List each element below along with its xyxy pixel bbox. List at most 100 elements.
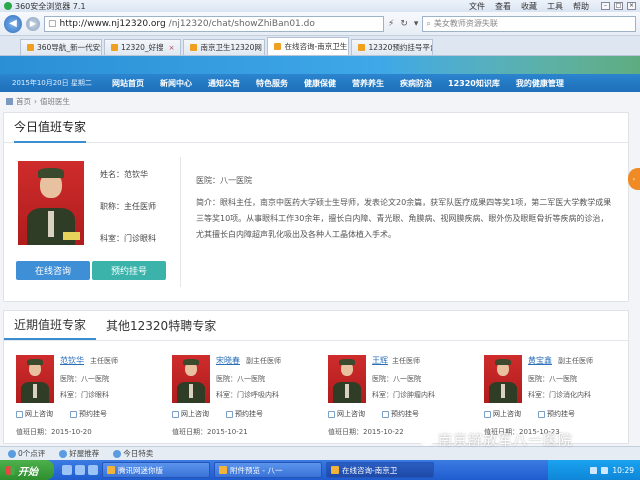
doctor-card: 黄宝鑫 副主任医师 医院：八一医院 科室：门诊消化内科 网上咨询 预约挂号 值班… <box>472 351 614 441</box>
start-label: 开始 <box>18 466 38 478</box>
appointment-button[interactable]: 预约挂号 <box>92 261 166 280</box>
card-appoint-link[interactable]: 预约挂号 <box>226 409 263 419</box>
doctor-name: 姓名：范钦华 <box>100 170 148 179</box>
taskbar-item-attachment[interactable]: 附件预览 - 八一 <box>214 462 322 478</box>
menu-tools[interactable]: 工具 <box>547 1 563 12</box>
watermark-text: 南京解放军八一医院 <box>438 433 573 449</box>
nav-services[interactable]: 特色服务 <box>248 78 296 89</box>
doctor-card-photo[interactable] <box>484 355 522 403</box>
status-reviews[interactable]: 0个点评 <box>8 448 45 459</box>
tab-label: 12320预约挂号平台 <box>368 43 434 52</box>
tray-icon[interactable] <box>601 466 609 474</box>
menu-file[interactable]: 文件 <box>469 1 485 12</box>
system-tray: 10:29 <box>548 460 640 480</box>
tag-icon <box>113 450 122 458</box>
menu-favorites[interactable]: 收藏 <box>521 1 537 12</box>
url-path: /nj12320/chat/showZhiBan01.do <box>168 18 315 29</box>
quick-launch-icon[interactable] <box>88 465 98 475</box>
nav-news[interactable]: 新闻中心 <box>152 78 200 89</box>
nav-health[interactable]: 健康保健 <box>296 78 344 89</box>
close-icon[interactable]: × <box>627 2 636 10</box>
os-taskbar: 开始 腾讯网迷你版 附件预览 - 八一 在线咨询-南京卫 10:29 <box>0 460 640 480</box>
card-consult-label: 网上咨询 <box>181 410 209 418</box>
clock: 10:29 <box>612 465 634 475</box>
calendar-icon <box>226 410 233 418</box>
menu-view[interactable]: 查看 <box>495 1 511 12</box>
tab-appointment[interactable]: 12320预约挂号平台× <box>351 39 434 55</box>
nav-notices[interactable]: 通知公告 <box>200 78 248 89</box>
browser-titlebar: 360安全浏览器 7.1 文件 查看 收藏 工具 帮助 – □ × <box>0 0 640 12</box>
tab-online-consult[interactable]: 在线咨询-南京卫生× <box>267 37 350 55</box>
doctor-card-name[interactable]: 黄宝鑫 <box>528 355 552 366</box>
doctor-card-date: 值班日期：2015-10-21 <box>172 428 248 436</box>
card-consult-link[interactable]: 网上咨询 <box>172 409 209 419</box>
close-tab-icon[interactable]: × <box>169 44 175 52</box>
tab-360-nav[interactable]: 360导航_新一代安全× <box>20 39 102 55</box>
doctor-card-date: 值班日期：2015-10-22 <box>328 428 404 436</box>
doctor-photo <box>18 161 84 245</box>
chevron-down-icon[interactable]: ▾ <box>414 19 419 29</box>
today-panel-header: 今日值班专家 <box>4 113 628 143</box>
card-appoint-link[interactable]: 预约挂号 <box>70 409 107 419</box>
doctor-dept: 科室：门诊眼科 <box>100 234 156 243</box>
doctor-card-photo[interactable] <box>16 355 54 403</box>
nav-my-health[interactable]: 我的健康管理 <box>508 78 572 89</box>
menu-help[interactable]: 帮助 <box>573 1 589 12</box>
nav-nutrition[interactable]: 营养养生 <box>344 78 392 89</box>
lightning-icon[interactable]: ⚡ <box>388 19 394 29</box>
tray-icon[interactable] <box>590 466 598 474</box>
status-reviews-label: 0个点评 <box>18 449 46 458</box>
tab-other-experts[interactable]: 其他12320特聘专家 <box>96 311 226 340</box>
card-consult-link[interactable]: 网上咨询 <box>16 409 53 419</box>
nav-disease[interactable]: 疾病防治 <box>392 78 440 89</box>
app-icon <box>107 466 115 474</box>
back-icon[interactable]: ◀ <box>4 14 22 33</box>
chat-icon <box>16 410 23 418</box>
browser-brand: 360安全浏览器 7.1 <box>4 1 86 12</box>
card-consult-label: 网上咨询 <box>25 410 53 418</box>
doctor-card-title: 副主任医师 <box>558 357 593 365</box>
doctor-card: 王辉 主任医师 医院：八一医院 科室：门诊肿瘤内科 网上咨询 预约挂号 值班日期… <box>316 351 458 441</box>
maximize-icon[interactable]: □ <box>614 2 623 10</box>
doctor-card-dept: 科室：门诊肿瘤内科 <box>372 391 435 399</box>
online-consult-button[interactable]: 在线咨询 <box>16 261 90 280</box>
floating-side-widget[interactable]: › <box>628 168 640 190</box>
card-appoint-link[interactable]: 预约挂号 <box>382 409 419 419</box>
doctor-card-name[interactable]: 王辉 <box>372 355 388 366</box>
tab-haosou[interactable]: 12320_好搜 × <box>104 39 182 55</box>
minimize-icon[interactable]: – <box>601 2 610 10</box>
status-daily-label: 今日特卖 <box>123 449 154 458</box>
quick-launch-icon[interactable] <box>62 465 72 475</box>
tab-favicon-icon <box>274 43 282 50</box>
tab-recent-experts[interactable]: 近期值班专家 <box>4 311 97 340</box>
banner-decoration <box>380 56 640 74</box>
doctor-card-photo[interactable] <box>328 355 366 403</box>
taskbar-item-consult[interactable]: 在线咨询-南京卫 <box>326 462 434 478</box>
status-recommend[interactable]: 好屋推荐 <box>59 448 99 459</box>
search-input[interactable]: ⌕ 美女教师资源失联 <box>422 15 636 32</box>
doctor-card-name[interactable]: 宋晓春 <box>216 355 240 366</box>
wechat-watermark: 南京解放军八一医院 <box>420 430 573 450</box>
doctor-card-hospital: 医院：八一医院 <box>60 375 109 383</box>
card-consult-link[interactable]: 网上咨询 <box>328 409 365 419</box>
refresh-icon[interactable]: ↻ <box>400 19 408 29</box>
tab-favicon-icon <box>190 44 198 51</box>
tab-favicon-icon <box>111 44 118 51</box>
url-input[interactable]: ▢ http://www.nj12320.org /nj12320/chat/s… <box>44 15 384 32</box>
doctor-card-photo[interactable] <box>172 355 210 403</box>
start-button[interactable]: 开始 <box>0 460 54 480</box>
task-label: 在线咨询-南京卫 <box>342 465 398 475</box>
card-appoint-link[interactable]: 预约挂号 <box>538 409 575 419</box>
breadcrumb-home[interactable]: 首页 <box>16 96 31 107</box>
chat-icon <box>484 410 491 418</box>
tab-nj-health[interactable]: 南京卫生12320网× <box>183 39 266 55</box>
forward-icon[interactable]: ▶ <box>26 16 40 31</box>
doctor-card-name[interactable]: 范钦华 <box>60 355 84 366</box>
quick-launch-icon[interactable] <box>75 465 85 475</box>
status-daily-deal[interactable]: 今日特卖 <box>113 448 153 459</box>
doctor-title: 职称：主任医师 <box>100 202 156 211</box>
taskbar-item-tencent[interactable]: 腾讯网迷你版 <box>102 462 210 478</box>
nav-knowledge[interactable]: 12320知识库 <box>440 78 508 89</box>
card-consult-link[interactable]: 网上咨询 <box>484 409 521 419</box>
nav-home[interactable]: 网站首页 <box>104 78 152 89</box>
